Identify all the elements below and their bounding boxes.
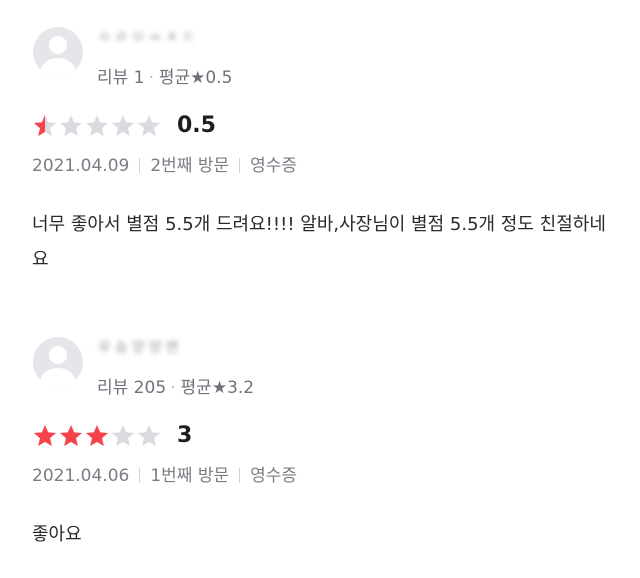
star-icon [85, 114, 109, 136]
star-rating [32, 422, 162, 450]
reviewer-average-rating: 평균★0.5 [158, 68, 233, 88]
star-icon [85, 424, 109, 446]
review-info: 2021.04.06 1번째 방문 영수증 [32, 461, 297, 486]
reviewer-review-count: 리뷰 1 [97, 68, 145, 88]
star-icon [59, 424, 83, 446]
receipt-verification: 영수증 [250, 466, 298, 486]
star-icon [33, 424, 57, 446]
info-divider [139, 158, 141, 173]
star-icon [111, 114, 135, 136]
star-icon [137, 114, 161, 136]
star-icon [111, 424, 135, 446]
receipt-verification: 영수증 [250, 156, 298, 176]
star-icon [33, 114, 57, 136]
reviewer-meta: 리뷰 205 · 평균★3.2 [97, 373, 254, 398]
info-divider [239, 468, 241, 483]
reviewer-nickname[interactable]: 우승양양변 [98, 337, 182, 357]
reviewer-meta: 리뷰 1 · 평균★0.5 [97, 63, 232, 88]
meta-dot-separator: · [170, 378, 176, 398]
rating-score: 3 [177, 423, 193, 448]
reviewer-nickname[interactable]: ㅇㄹㅁㅆㅊㄷ [98, 27, 199, 47]
avatar-icon[interactable] [33, 337, 83, 387]
review-date: 2021.04.06 [32, 466, 130, 486]
meta-dot-separator: · [148, 68, 154, 88]
reviewer-average-rating: 평균★3.2 [180, 378, 255, 398]
rating-score: 0.5 [177, 113, 216, 138]
info-divider [139, 468, 141, 483]
review-date: 2021.04.09 [32, 156, 130, 176]
star-icon [137, 424, 161, 446]
review-info: 2021.04.09 2번째 방문 영수증 [32, 151, 297, 176]
reviewer-review-count: 리뷰 205 [97, 378, 167, 398]
star-rating [32, 112, 162, 140]
visit-count: 1번째 방문 [150, 466, 230, 486]
visit-count: 2번째 방문 [150, 156, 230, 176]
avatar-icon[interactable] [33, 27, 83, 77]
star-icon [59, 114, 83, 136]
info-divider [239, 158, 241, 173]
review-content: 너무 좋아서 별점 5.5개 드려요!!!! 알바,사장님이 별점 5.5개 정… [32, 214, 606, 270]
review-content: 좋아요 [32, 524, 82, 545]
